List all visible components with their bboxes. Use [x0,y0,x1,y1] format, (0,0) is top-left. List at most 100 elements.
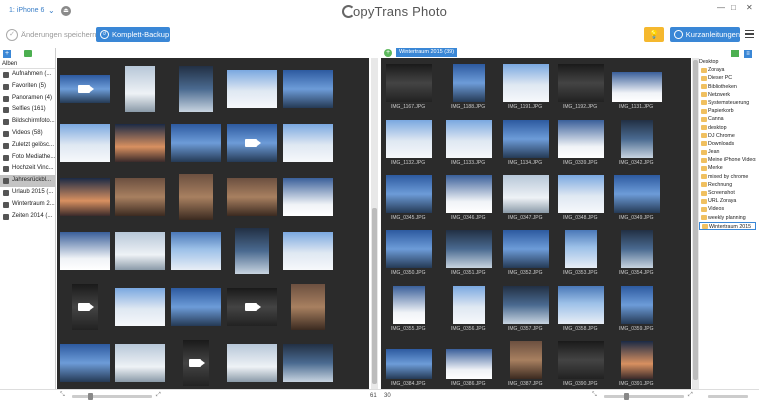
close-button[interactable]: ✕ [746,3,753,12]
sidebar-album-item[interactable]: Zeiten 2014 (... [0,211,55,223]
photo-thumbnail[interactable] [446,120,492,158]
tree-folder-item[interactable]: Dieser PC [699,74,756,82]
zoom-out-icon[interactable]: ⤡ [60,392,65,399]
photo-thumbnail[interactable] [386,230,432,268]
sidebar-album-item[interactable]: Favoriten (5) [0,81,55,93]
device-photo-grid[interactable] [57,58,369,389]
photo-thumbnail[interactable] [393,286,425,324]
lightbulb-button[interactable]: 💡 [644,27,664,42]
photo-thumbnail[interactable] [115,124,165,162]
add-photos-icon[interactable]: + [384,49,392,57]
photo-thumbnail[interactable] [171,124,221,162]
tree-folder-item[interactable]: URL Zoraya [699,197,756,205]
right-zoom-slider[interactable] [604,393,684,400]
photo-thumbnail[interactable] [503,120,549,158]
photo-thumbnail[interactable] [446,349,492,379]
photo-thumbnail[interactable] [386,64,432,102]
tree-menu-icon[interactable]: ≡ [744,50,752,58]
video-thumbnail[interactable] [60,75,110,103]
photo-thumbnail[interactable] [115,178,165,216]
photo-thumbnail[interactable] [235,228,269,274]
photo-thumbnail[interactable] [503,286,549,324]
photo-thumbnail[interactable] [565,230,597,268]
photo-thumbnail[interactable] [386,175,432,213]
tree-folder-item[interactable]: Bibliotheken [699,83,756,91]
tree-scrollbar[interactable] [708,395,748,398]
photo-thumbnail[interactable] [60,232,110,270]
sidebar-album-item[interactable]: Panoramen (4) [0,93,55,105]
tree-folder-item[interactable]: desktop [699,124,756,132]
photo-thumbnail[interactable] [179,174,213,220]
photo-thumbnail[interactable] [503,175,549,213]
photo-thumbnail[interactable] [386,120,432,158]
photo-thumbnail[interactable] [621,341,653,379]
photo-thumbnail[interactable] [558,286,604,324]
tree-folder-item[interactable]: Downloads [699,140,756,148]
photo-thumbnail[interactable] [558,341,604,379]
tree-folder-item[interactable]: Papierkorb [699,107,756,115]
left-scrollbar[interactable] [371,58,378,389]
tree-folder-item[interactable]: Screenshot [699,189,756,197]
sidebar-album-item[interactable]: Jahresrückbl... [0,175,55,187]
photo-thumbnail[interactable] [283,178,333,216]
photo-thumbnail[interactable] [283,232,333,270]
minimize-button[interactable]: — [717,3,725,12]
tree-folder-item[interactable]: Zoraya [699,66,756,74]
photo-thumbnail[interactable] [558,64,604,102]
photo-thumbnail[interactable] [612,72,662,102]
sidebar-album-item[interactable]: Zuletzt gelösc... [0,140,55,152]
tree-folder-item[interactable]: Desktop [699,58,756,66]
tree-folder-item[interactable]: Videos [699,205,756,213]
photo-thumbnail[interactable] [386,349,432,379]
tree-folder-item[interactable]: Netzwerk [699,91,756,99]
sidebar-album-item[interactable]: Videos (58) [0,128,55,140]
chevron-down-icon[interactable]: ⌄ [48,6,55,15]
tree-folder-item[interactable]: Merke [699,164,756,172]
sidebar-album-item[interactable]: Selfies (161) [0,104,55,116]
tree-folder-item[interactable]: Meine iPhone Videos [699,156,756,164]
full-backup-button[interactable]: ↺ Komplett-Backup [96,27,170,42]
photo-thumbnail[interactable] [503,230,549,268]
photo-thumbnail[interactable] [621,230,653,268]
photo-thumbnail[interactable] [446,175,492,213]
photo-thumbnail[interactable] [503,64,549,102]
tree-folder-item[interactable]: Rechnung [699,181,756,189]
photo-thumbnail[interactable] [115,288,165,326]
sidebar-album-item[interactable]: Urlaub 2015 (... [0,187,55,199]
photo-thumbnail[interactable] [291,284,325,330]
video-thumbnail[interactable] [183,340,209,386]
zoom-out-icon[interactable]: ⤡ [592,392,597,399]
photo-thumbnail[interactable] [446,230,492,268]
sidebar-album-item[interactable]: Bildschirmfoto... [0,116,55,128]
photo-thumbnail[interactable] [453,64,485,102]
album-photo-grid[interactable]: IMG_1167.JPG IMG_1188.JPG IMG_1191.JPG IMG_… [381,58,691,389]
quick-guides-button[interactable]: Kurzanleitungen [670,27,740,42]
photo-thumbnail[interactable] [60,344,110,382]
import-folder-icon[interactable] [24,50,32,57]
photo-thumbnail[interactable] [125,66,155,112]
sidebar-album-item[interactable]: Wintertraum 2... [0,199,55,211]
add-album-icon[interactable]: + [3,50,11,58]
save-changes-button[interactable]: ✓ Änderungen speichern [6,27,96,42]
photo-thumbnail[interactable] [453,286,485,324]
photo-thumbnail[interactable] [283,70,333,108]
video-thumbnail[interactable] [72,284,98,330]
photo-thumbnail[interactable] [227,70,277,108]
zoom-in-icon[interactable]: ⤢ [688,392,693,399]
video-thumbnail[interactable] [227,288,277,326]
tree-folder-item[interactable]: mixed by chrome [699,173,756,181]
sidebar-album-item[interactable]: Foto Mediathe... [0,152,55,164]
photo-thumbnail[interactable] [283,344,333,382]
zoom-in-icon[interactable]: ⤢ [156,392,161,399]
photo-thumbnail[interactable] [621,286,653,324]
sidebar-album-item[interactable]: Hochzeit Vinc... [0,163,55,175]
photo-thumbnail[interactable] [115,344,165,382]
photo-thumbnail[interactable] [558,175,604,213]
photo-thumbnail[interactable] [283,124,333,162]
photo-thumbnail[interactable] [621,120,653,158]
maximize-button[interactable]: □ [731,3,736,12]
photo-thumbnail[interactable] [179,66,213,112]
photo-thumbnail[interactable] [510,341,542,379]
photo-thumbnail[interactable] [60,124,110,162]
tree-folder-item[interactable]: Wintertraum 2015 [699,221,756,230]
